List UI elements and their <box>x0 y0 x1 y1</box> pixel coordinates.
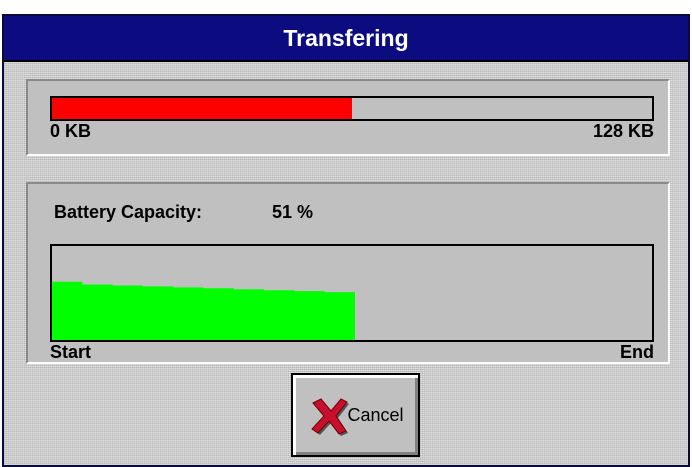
battery-end-label: End <box>620 342 654 362</box>
cancel-button-label: Cancel <box>347 404 404 425</box>
dialog-title: Transfering <box>283 24 409 51</box>
transfer-dialog: Transfering 0 KB 128 KB Battery Capacity… <box>2 14 690 467</box>
transfer-start-label: 0 KB <box>50 121 92 141</box>
battery-level-area <box>52 281 355 340</box>
battery-capacity-label: Battery Capacity: <box>54 202 203 222</box>
battery-capacity-value: 51 % <box>272 202 314 222</box>
battery-graph <box>50 244 654 342</box>
transfer-progress-fill <box>52 98 352 119</box>
battery-start-label: Start <box>50 342 92 362</box>
transfer-progress-bar <box>50 96 654 121</box>
battery-panel: Battery Capacity: 51 % Start End <box>26 182 670 364</box>
battery-graph-plot <box>52 281 355 340</box>
transfer-end-label: 128 KB <box>592 121 654 141</box>
title-bar: Transfering <box>4 16 688 62</box>
red-x-icon <box>311 398 350 436</box>
cancel-button[interactable]: Cancel <box>291 373 420 457</box>
transfer-panel: 0 KB 128 KB <box>26 79 670 156</box>
